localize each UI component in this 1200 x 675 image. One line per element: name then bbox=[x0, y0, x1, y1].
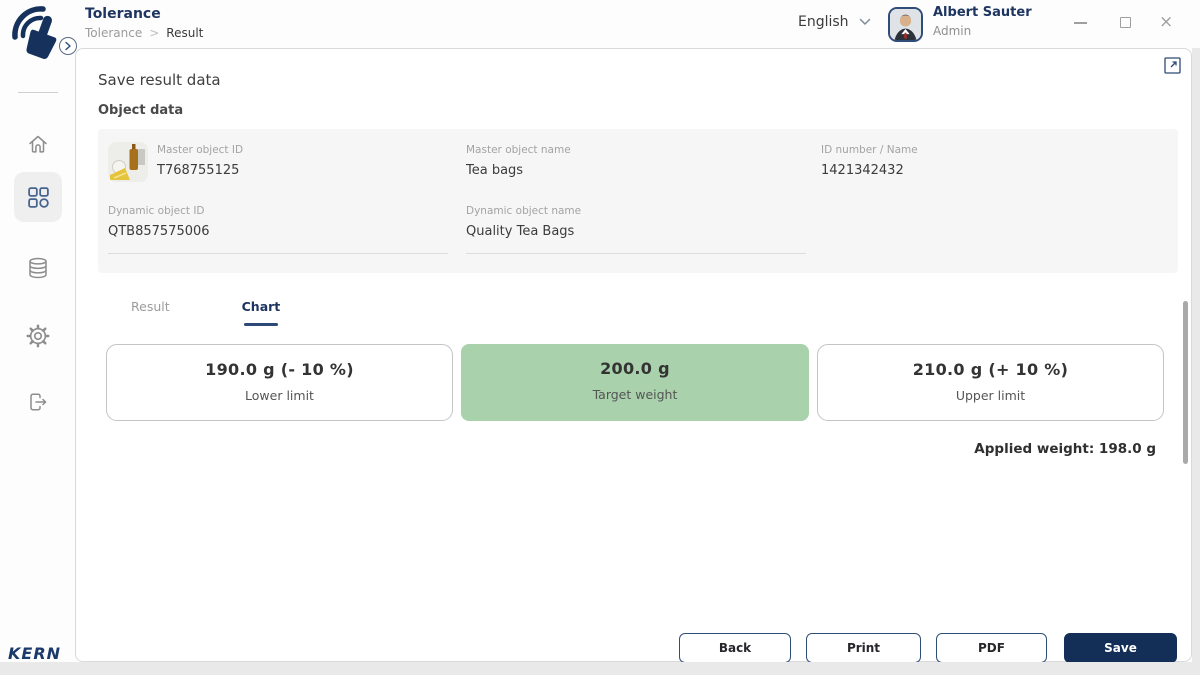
sidebar-item-home[interactable] bbox=[14, 122, 62, 166]
field-master-object-id: Master object ID T768755125 bbox=[157, 144, 243, 178]
expand-icon bbox=[1164, 57, 1181, 74]
content-panel: Save result data Object data Master obje… bbox=[75, 48, 1192, 662]
logout-icon bbox=[26, 390, 50, 414]
result-chart-tabs: Result Chart bbox=[131, 299, 280, 326]
user-role: Admin bbox=[933, 24, 971, 38]
sidebar-item-settings[interactable] bbox=[14, 314, 62, 358]
tab-result[interactable]: Result bbox=[131, 299, 170, 326]
upper-limit-value: 210.0 g (+ 10 %) bbox=[818, 360, 1163, 379]
sidebar-divider bbox=[18, 92, 58, 93]
database-icon bbox=[26, 256, 50, 280]
language-selector[interactable]: English bbox=[798, 14, 871, 30]
target-weight-value: 200.0 g bbox=[461, 359, 809, 378]
lower-limit-value: 190.0 g (- 10 %) bbox=[107, 360, 452, 379]
expand-fullscreen-button[interactable] bbox=[1164, 57, 1182, 75]
field-label: Dynamic object name bbox=[466, 205, 806, 217]
field-master-object-name: Master object name Tea bags bbox=[466, 144, 571, 178]
section-heading: Object data bbox=[98, 103, 183, 118]
field-value: Tea bags bbox=[466, 163, 571, 178]
app-window: Tolerance Tolerance > Result English Alber… bbox=[0, 0, 1200, 675]
breadcrumb-current: Result bbox=[166, 26, 203, 40]
field-label: Master object name bbox=[466, 144, 571, 156]
breadcrumb-separator-icon: > bbox=[149, 26, 159, 40]
field-dynamic-object-id[interactable]: Dynamic object ID QTB857575006 bbox=[108, 205, 448, 254]
gear-icon bbox=[25, 323, 51, 349]
minimize-button[interactable] bbox=[1074, 22, 1087, 24]
lower-limit-card: 190.0 g (- 10 %) Lower limit bbox=[106, 344, 453, 421]
product-photo-icon bbox=[108, 142, 148, 182]
home-icon bbox=[26, 132, 50, 156]
target-weight-card: 200.0 g Target weight bbox=[461, 344, 809, 421]
field-value: T768755125 bbox=[157, 163, 243, 178]
window-bottom-margin bbox=[0, 662, 1200, 675]
object-thumbnail[interactable] bbox=[108, 142, 148, 182]
avatar-photo-icon bbox=[890, 9, 921, 40]
print-button[interactable]: Print bbox=[806, 633, 921, 663]
chevron-down-icon bbox=[859, 18, 871, 26]
close-button[interactable]: × bbox=[1159, 11, 1173, 33]
back-button[interactable]: Back bbox=[679, 633, 791, 663]
field-label: ID number / Name bbox=[821, 144, 918, 156]
field-value: 1421342432 bbox=[821, 163, 918, 178]
sidebar-expand-button[interactable] bbox=[59, 37, 77, 55]
page-heading: Save result data bbox=[98, 71, 221, 89]
user-name: Albert Sauter bbox=[933, 5, 1032, 20]
target-weight-label: Target weight bbox=[461, 387, 809, 402]
page-title: Tolerance bbox=[85, 6, 161, 22]
field-label: Master object ID bbox=[157, 144, 243, 156]
breadcrumb: Tolerance > Result bbox=[85, 26, 203, 40]
maximize-button[interactable] bbox=[1120, 17, 1131, 28]
save-button[interactable]: Save bbox=[1064, 633, 1177, 663]
avatar[interactable] bbox=[888, 7, 923, 42]
field-id-number-name: ID number / Name 1421342432 bbox=[821, 144, 918, 178]
sidebar-item-database[interactable] bbox=[14, 246, 62, 290]
upper-limit-card: 210.0 g (+ 10 %) Upper limit bbox=[817, 344, 1164, 421]
sidebar-item-apps[interactable] bbox=[14, 172, 62, 222]
upper-limit-label: Upper limit bbox=[818, 388, 1163, 403]
window-right-margin bbox=[1192, 48, 1200, 662]
field-dynamic-object-name[interactable]: Dynamic object name Quality Tea Bags bbox=[466, 205, 806, 254]
breadcrumb-parent[interactable]: Tolerance bbox=[85, 26, 142, 40]
chevron-right-icon bbox=[64, 41, 72, 51]
field-label: Dynamic object ID bbox=[108, 205, 448, 217]
applied-weight-text: Applied weight: 198.0 g bbox=[974, 441, 1156, 457]
lower-limit-label: Lower limit bbox=[107, 388, 452, 403]
apps-grid-icon bbox=[26, 185, 51, 210]
field-value: QTB857575006 bbox=[108, 224, 448, 239]
pdf-button[interactable]: PDF bbox=[936, 633, 1047, 663]
vertical-scrollbar[interactable] bbox=[1183, 301, 1188, 464]
tab-chart[interactable]: Chart bbox=[242, 299, 281, 326]
object-data-panel: Master object ID T768755125 Master objec… bbox=[98, 129, 1178, 273]
sidebar-item-logout[interactable] bbox=[14, 380, 62, 424]
field-value: Quality Tea Bags bbox=[466, 224, 806, 239]
language-label: English bbox=[798, 14, 849, 30]
app-logo-touch-icon bbox=[8, 3, 66, 65]
